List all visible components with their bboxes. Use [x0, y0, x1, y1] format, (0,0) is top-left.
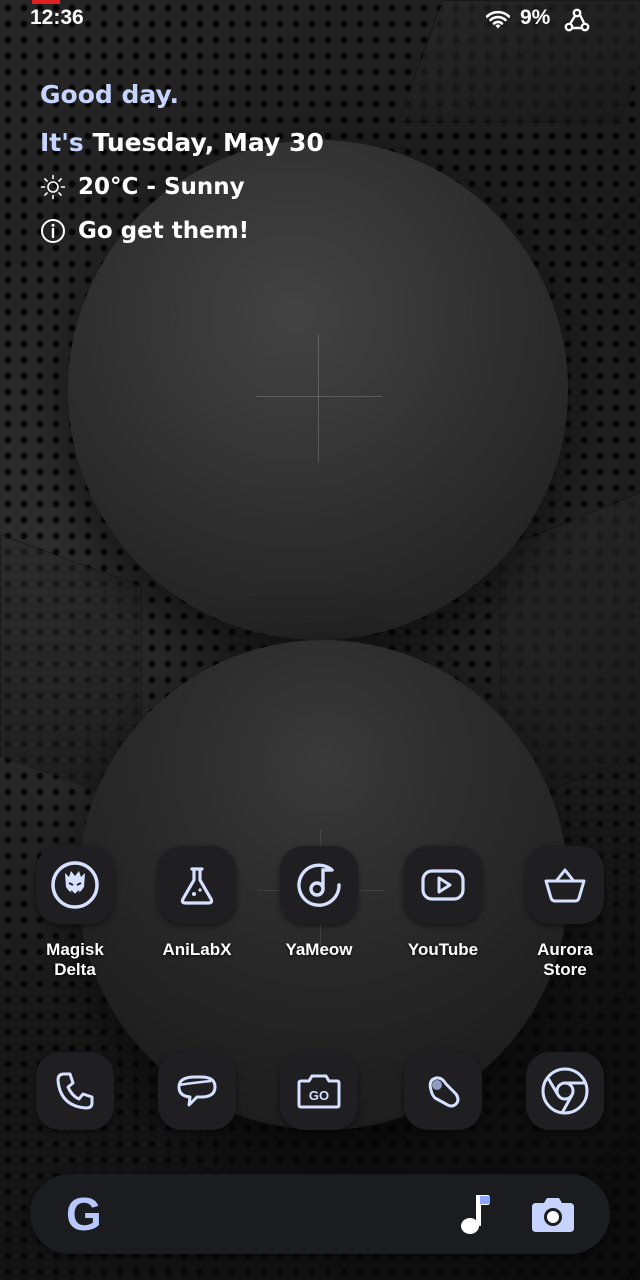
dock-assistant[interactable]	[383, 1052, 503, 1130]
date-prefix: It's	[40, 128, 84, 157]
chrome-icon	[541, 1067, 589, 1115]
app-magisk-delta[interactable]: Magisk Delta	[15, 846, 135, 980]
sun-icon	[40, 174, 66, 200]
app-label: Aurora Store	[537, 940, 593, 979]
battery-percentage: 9%	[520, 6, 551, 29]
bean-icon	[428, 1076, 460, 1108]
app-youtube[interactable]: YouTube	[383, 846, 503, 960]
music-note-icon[interactable]	[458, 1192, 494, 1236]
screen-record-indicator	[32, 0, 60, 4]
camera-go-icon: GO	[297, 1074, 341, 1109]
note-text: Go get them!	[78, 218, 250, 244]
status-time: 12:36	[30, 6, 84, 29]
music-disc-icon	[297, 863, 341, 907]
basket-icon	[544, 868, 586, 903]
greeting-text: Good day.	[40, 80, 179, 109]
phone-icon	[56, 1072, 94, 1110]
app-aurora-store[interactable]: Aurora Store	[505, 846, 625, 980]
app-yameow[interactable]: YaMeow	[259, 846, 379, 960]
date-line[interactable]: It's Tuesday, May 30	[40, 128, 324, 157]
magisk-mask-icon	[51, 861, 99, 909]
weather-row[interactable]: 20°C - Sunny	[40, 174, 245, 200]
webhook-icon	[564, 8, 590, 32]
wifi-icon	[486, 10, 510, 29]
app-label: YaMeow	[285, 940, 353, 959]
lens-camera-icon[interactable]	[530, 1194, 576, 1234]
flask-icon	[180, 867, 214, 905]
dock-camera-go[interactable]: GO	[259, 1052, 379, 1130]
google-search-bar[interactable]: G	[30, 1174, 610, 1254]
note-row: Go get them!	[40, 218, 249, 244]
youtube-play-icon	[421, 869, 465, 901]
dock-phone[interactable]	[15, 1052, 135, 1130]
dock-messages[interactable]	[137, 1052, 257, 1130]
app-label: AniLabX	[162, 940, 232, 959]
info-icon	[41, 219, 65, 243]
wallpaper-crosshair	[318, 334, 319, 462]
status-bar: 12:36 9%	[0, 0, 640, 44]
app-label: Magisk Delta	[46, 940, 104, 979]
dock-chrome[interactable]	[505, 1052, 625, 1130]
app-label: YouTube	[407, 940, 479, 959]
google-g-icon[interactable]: G	[66, 1190, 102, 1238]
chat-bubble-icon	[177, 1075, 217, 1107]
camera-go-badge: GO	[309, 1088, 329, 1103]
app-anilabx[interactable]: AniLabX	[137, 846, 257, 960]
date-text: Tuesday, May 30	[92, 128, 324, 157]
weather-text: 20°C - Sunny	[78, 174, 245, 200]
